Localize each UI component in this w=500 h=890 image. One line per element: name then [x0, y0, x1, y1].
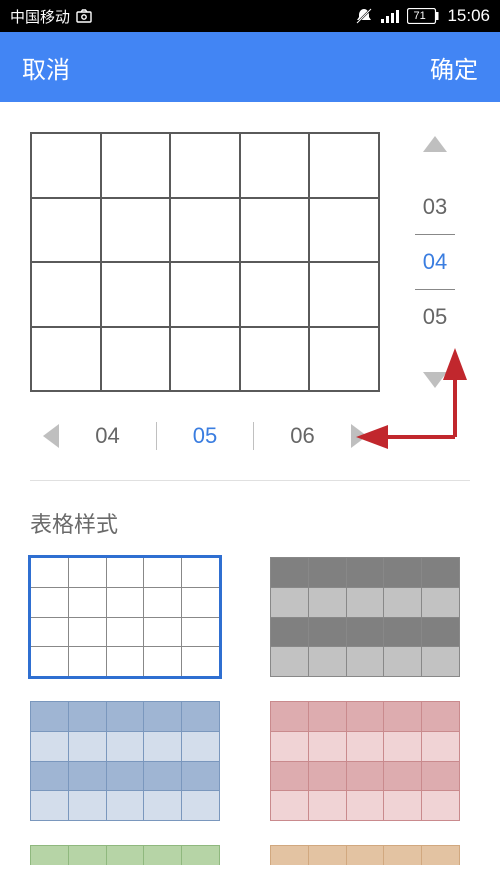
styles-section-title: 表格样式 [30, 507, 470, 539]
row-count-picker: 03 04 05 [400, 132, 470, 392]
divider [30, 480, 470, 481]
column-count-picker: 04 05 06 [30, 422, 380, 450]
table-preview [30, 132, 380, 392]
row-next-value[interactable]: 05 [419, 302, 451, 332]
table-style-green[interactable] [30, 845, 220, 865]
styles-grid [30, 557, 470, 821]
signal-icon [381, 9, 399, 23]
col-prev-value[interactable]: 04 [83, 423, 131, 449]
confirm-button[interactable]: 确定 [430, 50, 478, 85]
table-style-orange[interactable] [270, 845, 460, 865]
col-left-button[interactable] [43, 424, 59, 448]
carrier-label: 中国移动 [10, 6, 70, 27]
table-style-plain[interactable] [30, 557, 220, 677]
col-selected-value[interactable]: 05 [181, 423, 229, 449]
status-bar: 中国移动 71 15:06 [0, 0, 500, 32]
dialog-header: 取消 确定 [0, 32, 500, 102]
mute-icon [355, 7, 373, 25]
screenshot-icon [76, 9, 92, 23]
table-style-blue[interactable] [30, 701, 220, 821]
clock: 15:06 [447, 6, 490, 26]
cancel-button[interactable]: 取消 [22, 50, 70, 85]
table-style-red[interactable] [270, 701, 460, 821]
table-style-gray[interactable] [270, 557, 460, 677]
row-prev-value[interactable]: 03 [419, 192, 451, 222]
row-selected-value[interactable]: 04 [419, 247, 451, 277]
col-next-value[interactable]: 06 [278, 423, 326, 449]
row-down-button[interactable] [423, 372, 447, 388]
row-up-button[interactable] [423, 136, 447, 152]
battery-icon: 71 [407, 8, 439, 24]
col-right-button[interactable] [351, 424, 367, 448]
content-area: 03 04 05 04 05 06 表格样 [0, 102, 500, 890]
